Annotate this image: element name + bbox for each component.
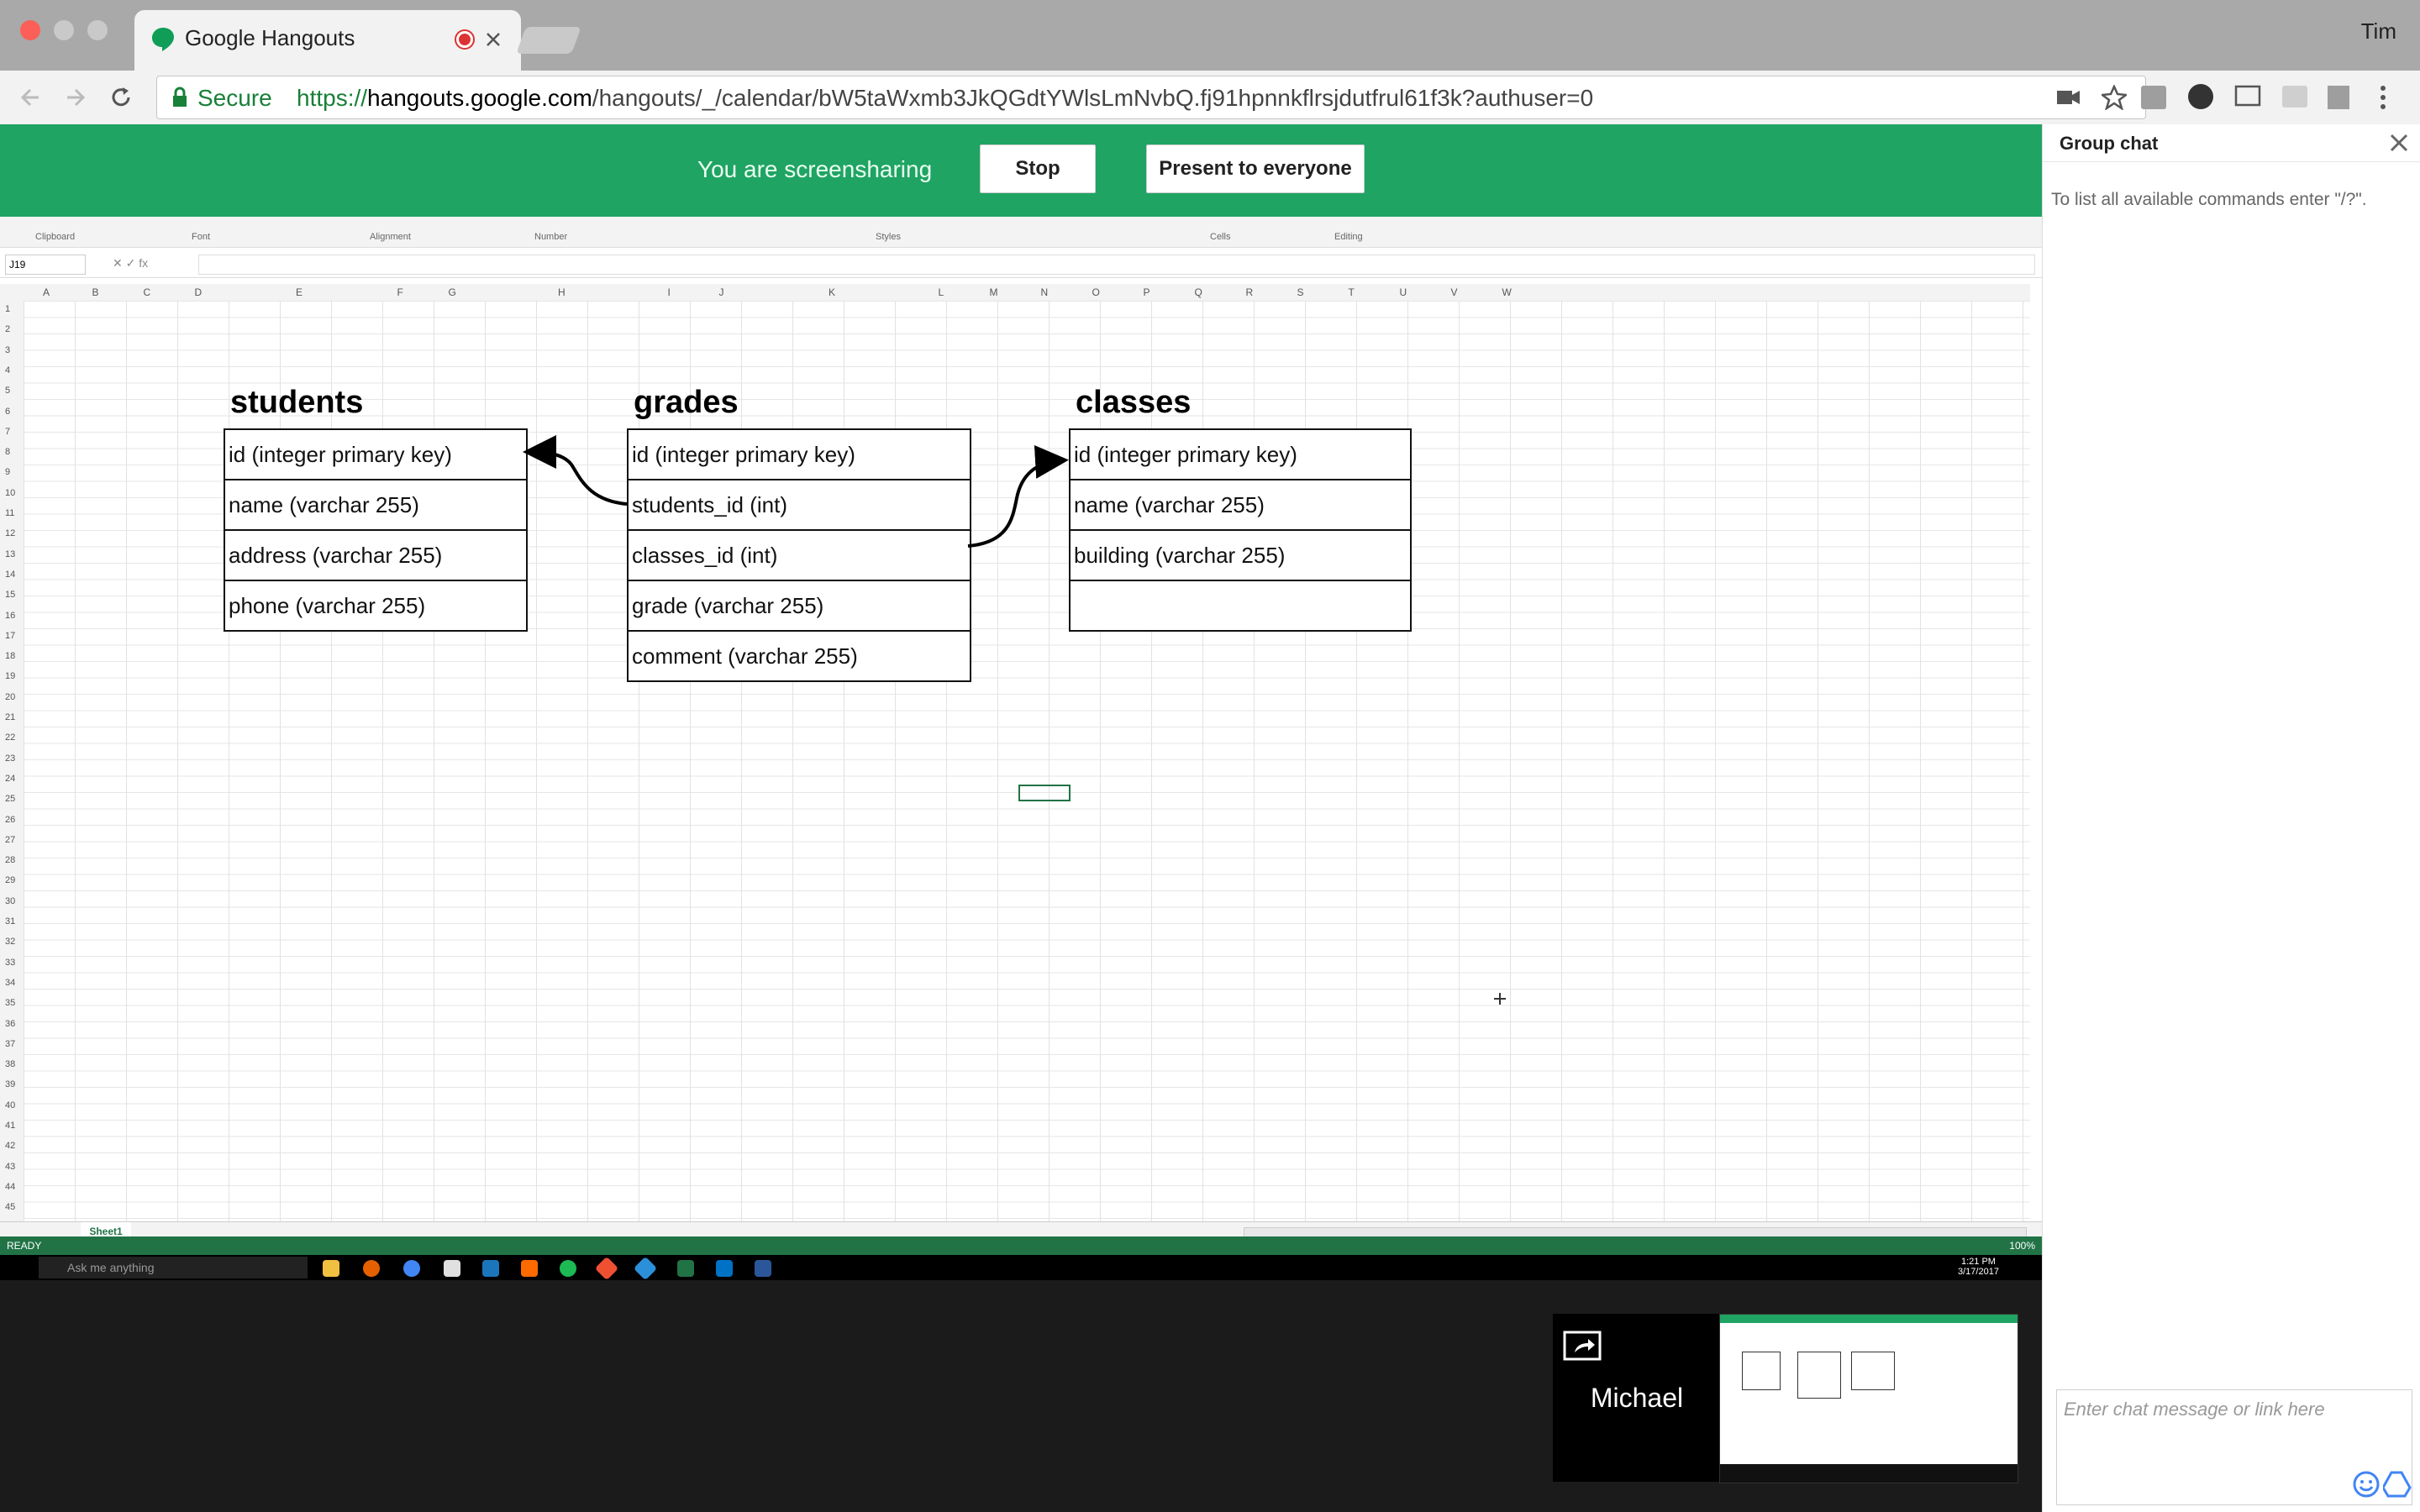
excel-icon[interactable] [677, 1260, 694, 1277]
url-text: https://hangouts.google.com/hangouts/_/c… [297, 85, 1593, 112]
reload-icon[interactable] [108, 84, 134, 111]
browser-tab-bar: Google Hangouts Tim [0, 0, 2420, 71]
word-icon[interactable] [755, 1260, 771, 1277]
zoom-level[interactable]: 100% [2009, 1240, 2035, 1252]
url-host: hangouts.google.com [367, 85, 592, 111]
outlook-icon[interactable] [716, 1260, 733, 1277]
bookmark-star-icon[interactable] [2102, 85, 2127, 110]
new-tab-button[interactable] [516, 27, 581, 54]
minimize-window-button[interactable] [54, 20, 74, 40]
status-text: READY [7, 1240, 42, 1252]
cursor-icon [1494, 993, 1506, 1005]
preview-table [1851, 1352, 1895, 1390]
students-fk-arrow [523, 435, 628, 506]
chat-input[interactable]: Enter chat message or link here [2056, 1389, 2412, 1505]
color-picker-icon[interactable] [2188, 84, 2213, 109]
extension-icon-2[interactable] [2282, 86, 2307, 108]
steam-icon[interactable] [482, 1260, 499, 1277]
preview-taskbar [1720, 1464, 2018, 1483]
chrome-icon[interactable] [403, 1260, 420, 1277]
preview-banner [1720, 1315, 2018, 1323]
windows-taskbar: Ask me anything 1:21 PM 3/17/2017 [0, 1255, 2042, 1280]
profile-name[interactable]: Tim [2361, 18, 2396, 45]
firefox-icon[interactable] [363, 1260, 380, 1277]
secure-label: Secure [197, 85, 272, 111]
preview-table [1797, 1352, 1841, 1399]
cast-icon[interactable] [2233, 84, 2262, 109]
participant-tile[interactable]: Michael [1553, 1314, 1721, 1482]
browser-tab[interactable]: Google Hangouts [134, 10, 521, 71]
camera-icon[interactable] [2056, 87, 2081, 108]
clock-time: 1:21 PM [1960, 1257, 1996, 1267]
clock-date: 3/17/2017 [1958, 1267, 1999, 1277]
back-icon[interactable] [17, 84, 44, 111]
url-scheme: https:// [297, 85, 368, 111]
screenshare-icon [1563, 1331, 1602, 1361]
preview-table [1742, 1352, 1781, 1390]
participant-name: Michael [1590, 1383, 1684, 1413]
close-window-button[interactable] [20, 20, 40, 40]
chat-header: Group chat [2043, 124, 2420, 162]
excel-status-bar: READY 100% [0, 1236, 2042, 1255]
forward-icon[interactable] [62, 84, 89, 111]
app-icon-2[interactable] [521, 1260, 538, 1277]
classes-fk-arrow [967, 444, 1069, 548]
close-tab-icon[interactable] [484, 30, 502, 49]
chat-title: Group chat [2060, 133, 2159, 154]
extension-icon-3[interactable] [2328, 86, 2349, 109]
relationship-arrows [523, 435, 1069, 548]
group-chat-panel: Group chat To list all available command… [2042, 124, 2420, 1512]
menu-icon[interactable] [2378, 84, 2388, 111]
zoom-window-button[interactable] [87, 20, 108, 40]
lock-icon [173, 87, 187, 107]
hangouts-main: Clipboard Font Alignment Number Styles C… [0, 124, 2042, 1512]
shared-screen: Clipboard Font Alignment Number Styles C… [0, 124, 2042, 1280]
extension-icon[interactable] [2141, 86, 2166, 109]
url-path: /hangouts/_/calendar/bW5taWxmb3JkQGdtYWl… [592, 85, 1594, 111]
emoji-icon[interactable] [2353, 1471, 2380, 1498]
chat-input-placeholder: Enter chat message or link here [2064, 1399, 2325, 1420]
drive-icon[interactable] [2383, 1471, 2412, 1498]
tab-title: Google Hangouts [185, 25, 355, 50]
browser-toolbar: Secure https://hangouts.google.com/hango… [0, 71, 2420, 125]
self-preview [1719, 1314, 2018, 1483]
spotify-icon[interactable] [560, 1260, 576, 1277]
recording-icon [455, 29, 475, 50]
chat-help-text: To list all available commands enter "/?… [2051, 190, 2367, 209]
taskbar-clock: 1:21 PM 3/17/2017 [1958, 1257, 1999, 1277]
app-icon[interactable] [444, 1260, 460, 1277]
file-explorer-icon[interactable] [323, 1260, 339, 1277]
address-bar[interactable]: Secure https://hangouts.google.com/hango… [156, 76, 2146, 119]
close-chat-icon[interactable] [2389, 133, 2409, 153]
hangouts-icon [152, 28, 174, 51]
taskbar-search[interactable]: Ask me anything [39, 1257, 308, 1278]
